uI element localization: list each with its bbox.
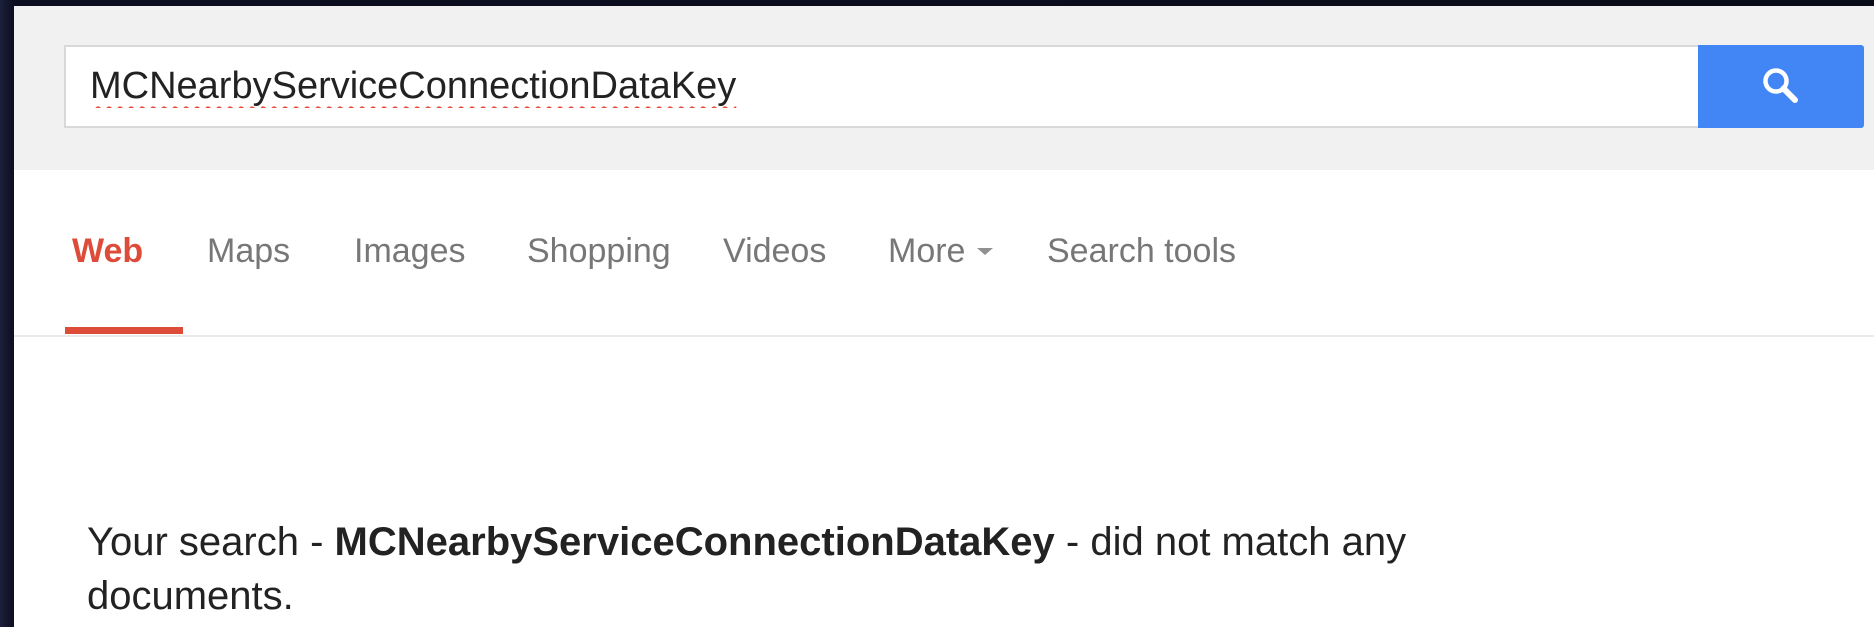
search-tabs: Web Maps Images Shopping Videos More Sea… — [14, 170, 1874, 337]
search-input[interactable] — [66, 47, 1708, 126]
search-button[interactable] — [1698, 45, 1864, 128]
tab-videos[interactable]: Videos — [723, 232, 826, 271]
no-results-message: Your search - MCNearbyServiceConnectionD… — [87, 515, 1527, 623]
no-results-prefix: Your search - — [87, 520, 335, 564]
tab-images[interactable]: Images — [354, 232, 466, 271]
no-results-query: MCNearbyServiceConnectionDataKey — [334, 520, 1055, 564]
active-tab-indicator — [65, 327, 183, 334]
tab-shopping[interactable]: Shopping — [527, 232, 671, 271]
tab-search-tools[interactable]: Search tools — [1047, 232, 1236, 271]
search-box — [64, 45, 1708, 128]
tab-more-label: More — [888, 232, 966, 270]
tab-more[interactable]: More — [888, 232, 994, 271]
search-results-page: Web Maps Images Shopping Videos More Sea… — [14, 6, 1874, 627]
magnifier-icon — [1763, 68, 1798, 103]
tab-web[interactable]: Web — [72, 232, 143, 271]
search-header — [14, 6, 1874, 170]
tab-maps[interactable]: Maps — [207, 232, 290, 271]
chevron-down-icon — [977, 247, 994, 255]
